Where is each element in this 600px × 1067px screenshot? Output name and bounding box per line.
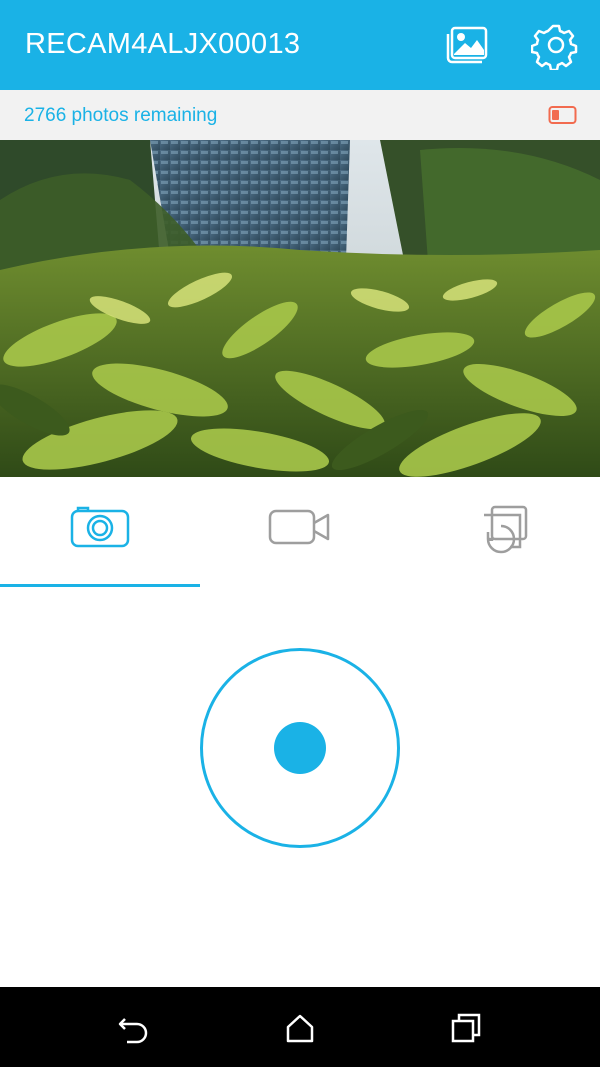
system-nav-bar	[0, 987, 600, 1067]
device-title: RECAM4ALJX00013	[25, 28, 301, 60]
preview-image	[0, 140, 600, 477]
settings-button[interactable]	[530, 20, 581, 72]
battery-low-icon	[548, 106, 577, 124]
shutter-area	[0, 587, 600, 987]
back-icon[interactable]	[117, 1011, 151, 1045]
camera-preview[interactable]	[0, 140, 600, 477]
mode-tabs	[0, 477, 600, 587]
timelapse-icon	[484, 505, 528, 554]
recents-icon[interactable]	[449, 1011, 483, 1045]
photos-remaining-text: 2766 photos remaining	[24, 105, 218, 126]
camera-icon	[70, 506, 130, 548]
tab-timelapse[interactable]	[400, 477, 600, 587]
tab-photo[interactable]	[0, 477, 200, 587]
gear-icon	[530, 24, 578, 72]
status-bar: 2766 photos remaining	[0, 90, 600, 140]
video-camera-icon	[268, 509, 330, 545]
home-icon[interactable]	[283, 1011, 317, 1045]
app-bar: RECAM4ALJX00013	[0, 0, 600, 90]
gallery-icon	[446, 26, 488, 64]
shutter-dot[interactable]	[274, 722, 326, 774]
gallery-button[interactable]	[443, 20, 493, 70]
tab-video[interactable]	[200, 477, 400, 587]
